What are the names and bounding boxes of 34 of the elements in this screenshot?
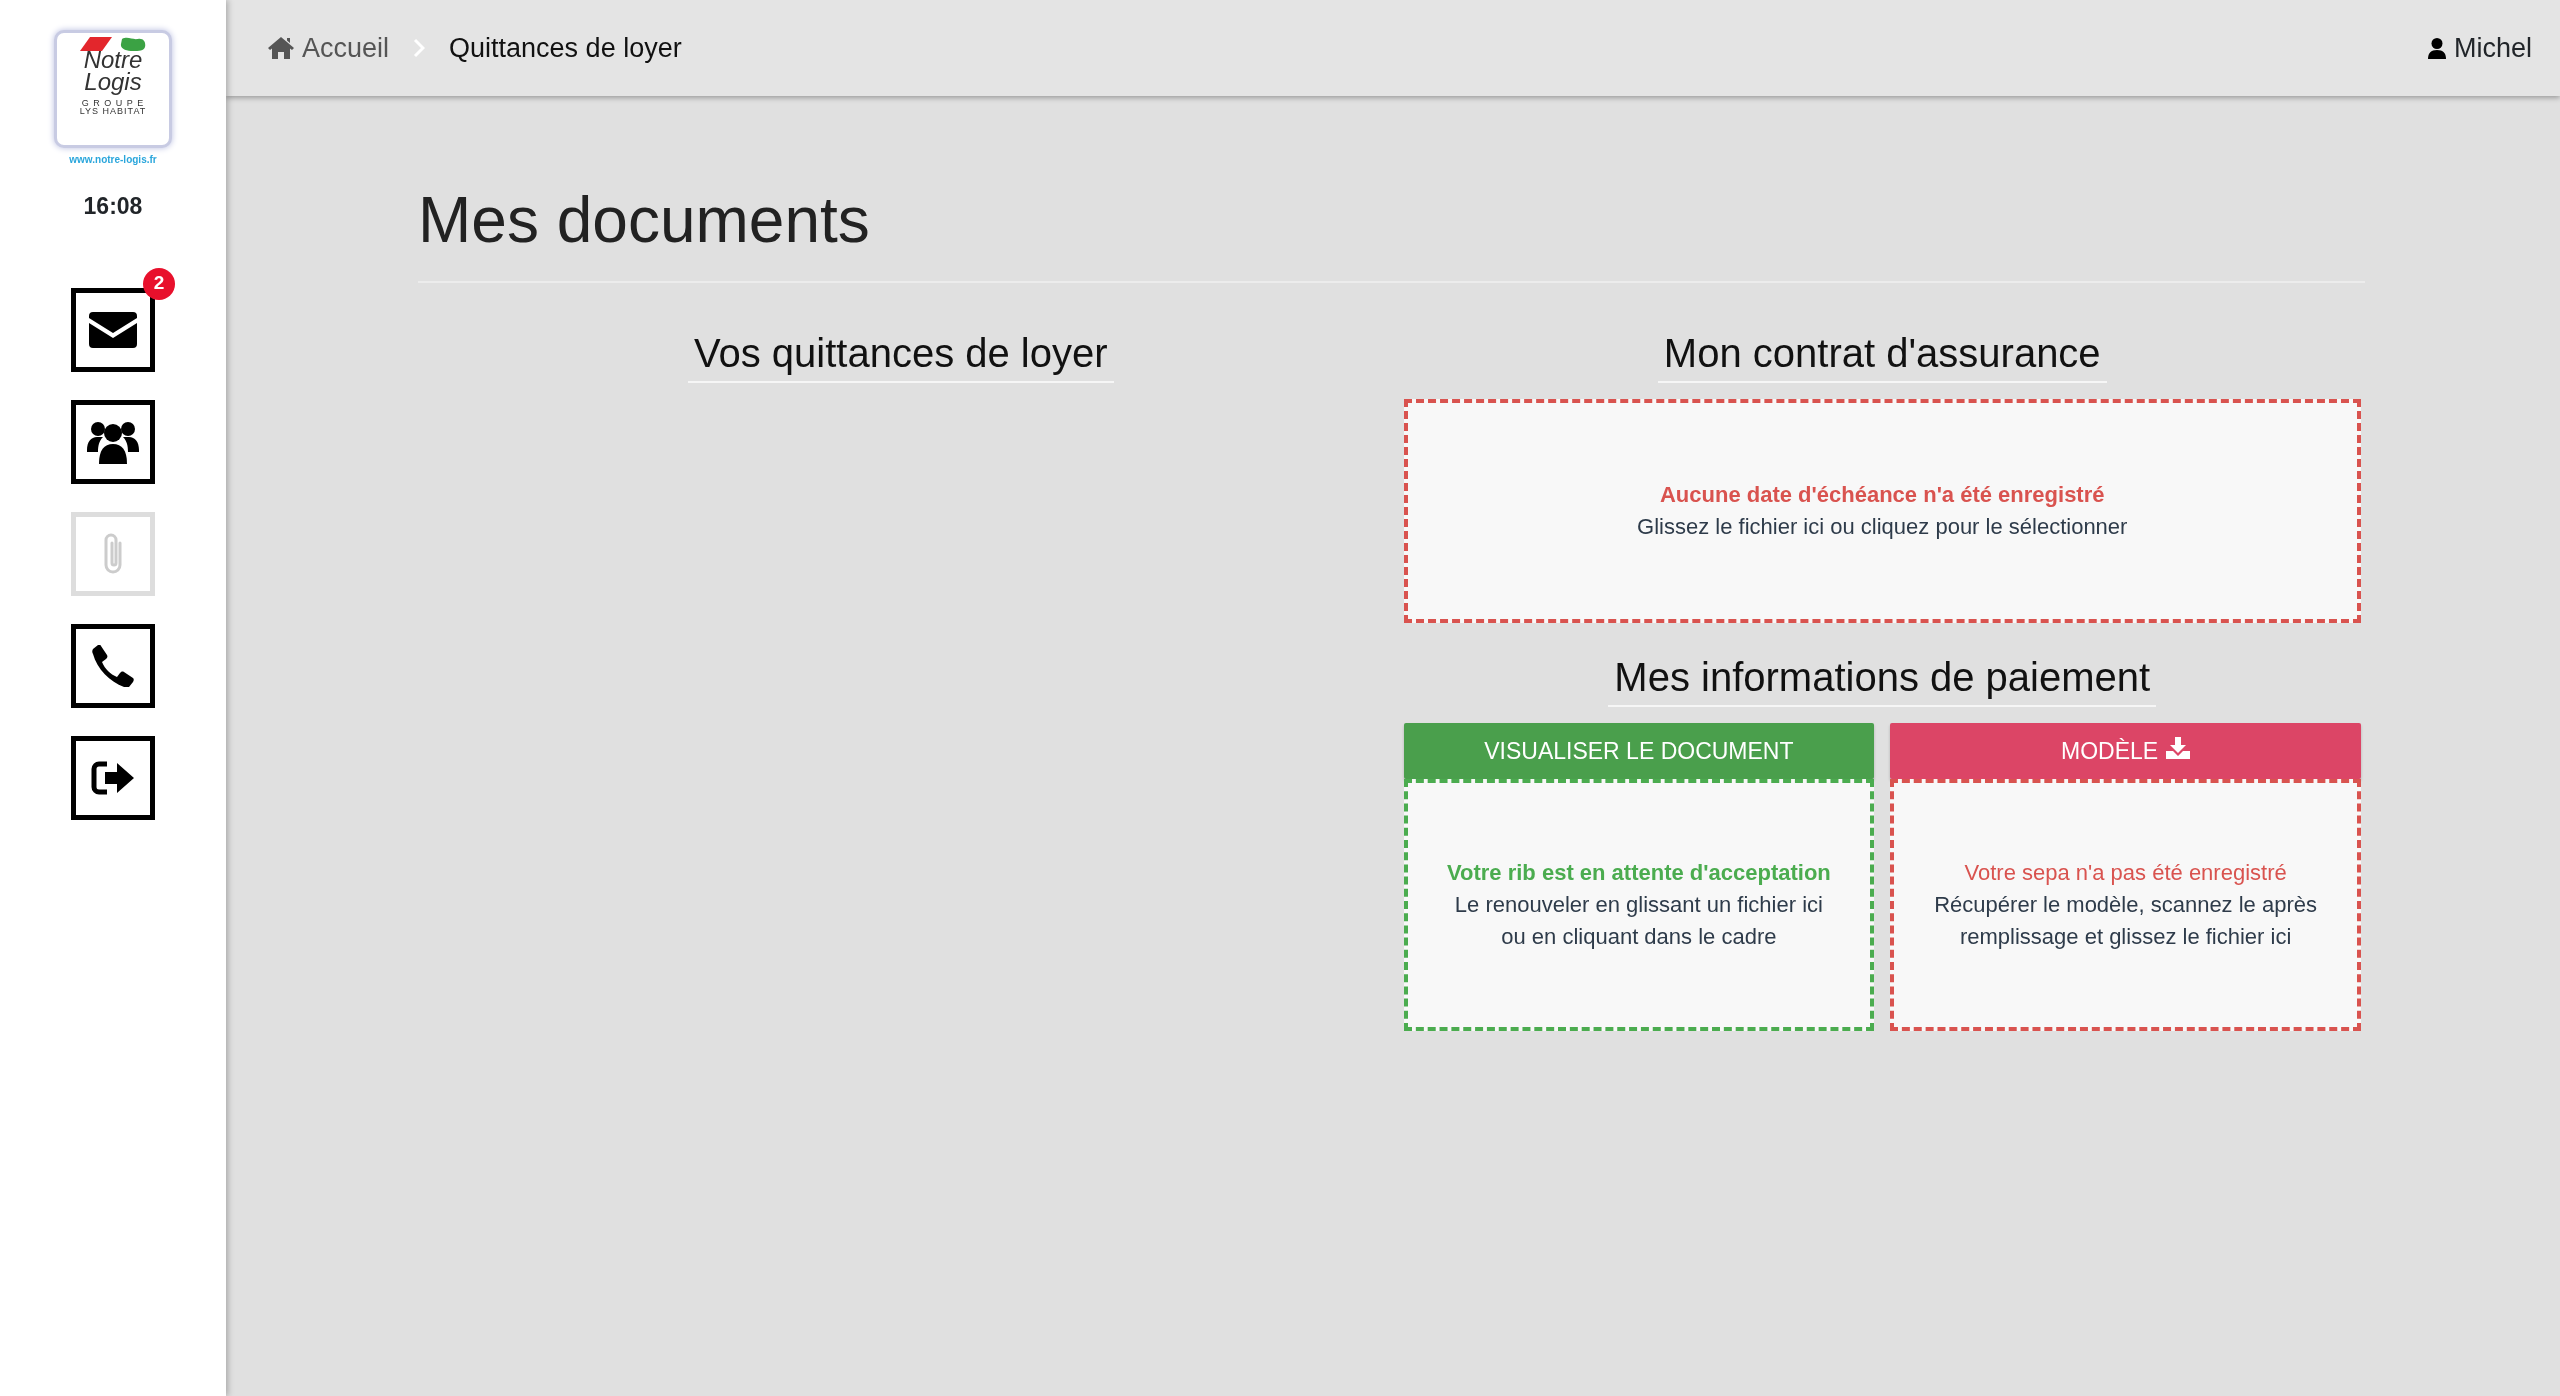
envelope-button[interactable] xyxy=(71,287,155,372)
drop-hint: Glissez le fichier ici ou cliquez pour le sélectionner xyxy=(1636,512,2129,541)
section-heading: Vos quittances de loyer xyxy=(687,328,1114,383)
download-icon xyxy=(2166,736,2191,759)
download-template-button[interactable]: MODÈLE xyxy=(1890,722,2361,779)
drop-hint: Récupérer le modèle, scannez le après remplissage et glissez le fichier ici xyxy=(1933,890,2318,951)
status-message: Votre sepa n'a pas été enregistré xyxy=(1963,858,2288,887)
notification-badge: 2 xyxy=(143,267,175,300)
clock-time: 16:08 xyxy=(83,192,143,221)
file-drop-zone[interactable]: Votre sepa n'a pas été enregistré Récupérer le modèle, scannez le après remplissage et glissez le fichier ici xyxy=(1890,778,2361,1031)
page-title: Mes documents xyxy=(418,96,2365,283)
phone-icon xyxy=(92,644,134,687)
phone-button[interactable] xyxy=(71,623,155,708)
leaf-shape-icon xyxy=(120,37,146,51)
roof-shape-icon xyxy=(80,37,112,51)
drop-hint: Le renouveler en glissant un fichier ici ou en cliquant dans le cadre xyxy=(1453,890,1824,951)
status-message: Aucune date d'échéance n'a été enregistré xyxy=(1659,480,2106,509)
chevron-icon xyxy=(413,38,426,58)
exit-arrow-icon xyxy=(91,759,135,796)
status-message: Votre rib est en attente d'acceptation xyxy=(1445,858,1832,887)
section-heading: Mes informations de paiement xyxy=(1608,652,2157,707)
home-icon xyxy=(268,37,294,59)
user-icon xyxy=(2427,37,2446,59)
people-group-button[interactable] xyxy=(71,399,155,484)
logo-subtitle: LYS HABITAT xyxy=(79,107,147,115)
logo-subtitle: G R O U P E xyxy=(81,99,145,107)
user-name[interactable]: Michel xyxy=(2453,27,2532,69)
section-heading: Mon contrat d'assurance xyxy=(1657,328,2107,383)
file-drop-zone[interactable]: Votre rib est en attente d'acceptation Le renouveler en glissant un fichier ici ou en cliquant dans le cadre xyxy=(1403,778,1875,1031)
envelope-icon xyxy=(89,311,137,348)
exit-arrow-button[interactable] xyxy=(71,735,155,820)
file-drop-zone[interactable]: Aucune date d'échéance n'a été enregistré Glissez le fichier ici ou cliquez pour le sélectionner xyxy=(1403,398,2361,623)
breadcrumb-link[interactable]: Accueil xyxy=(268,27,390,69)
people-group-icon xyxy=(87,419,139,464)
